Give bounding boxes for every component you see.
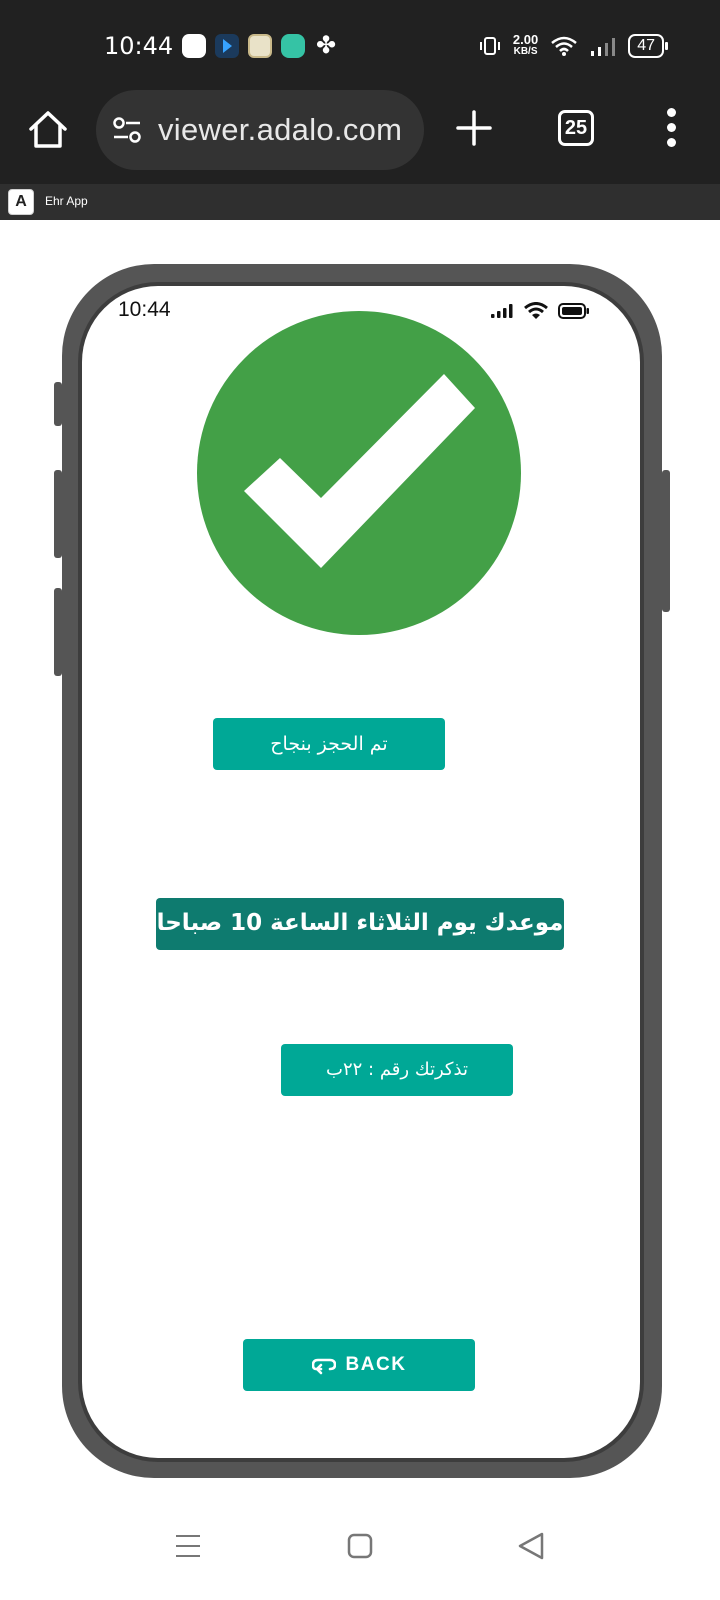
badge-app-icon	[248, 34, 272, 58]
tab-count: 25	[564, 117, 588, 139]
vibrate-icon	[479, 37, 500, 55]
system-status-bar: 10:44 ✤ 2.00 KB/S 47	[0, 0, 720, 88]
browser-toolbar: viewer.adalo.com 25	[0, 88, 720, 186]
wifi-icon	[551, 36, 578, 56]
back-button[interactable]: BACK	[243, 1339, 475, 1391]
site-settings-icon[interactable]	[112, 117, 142, 143]
phone-side-button	[54, 382, 62, 426]
undo-icon	[311, 1358, 336, 1375]
tab-switcher-icon[interactable]: 25	[558, 110, 594, 146]
phone-power-button	[662, 470, 670, 612]
battery-level: 47	[637, 37, 655, 54]
web-app-header: A Ehr App	[0, 184, 720, 220]
battery-icon: 47	[628, 34, 668, 58]
url-text[interactable]: viewer.adalo.com	[158, 112, 402, 148]
net-speed-value: 2.00	[512, 32, 539, 47]
back-button-label: BACK	[345, 1354, 407, 1375]
signal-icon	[591, 38, 616, 56]
notification-icons: ✤	[182, 34, 338, 58]
appointment-label: موعدك يوم الثلاثاء الساعة 10 صباحا	[156, 898, 564, 950]
phone-time: 10:44	[118, 298, 171, 321]
phone-volume-down	[54, 588, 62, 676]
home-icon[interactable]	[26, 108, 70, 152]
flow-app-icon	[215, 34, 239, 58]
android-nav-bar	[0, 1490, 720, 1600]
net-speed: 2.00 KB/S	[512, 32, 539, 58]
home-icon[interactable]	[340, 1526, 380, 1566]
phone-volume-up	[54, 470, 62, 558]
recents-icon[interactable]	[168, 1526, 208, 1566]
wifi-icon	[524, 302, 548, 319]
ticket-number-label: تذكرتك رقم : ٢٢ب	[281, 1044, 513, 1096]
address-bar[interactable]: viewer.adalo.com	[96, 90, 424, 170]
back-icon[interactable]	[512, 1526, 552, 1566]
phone-screen: 10:44 تم الحجز بنجاح موعدك يوم الثلاثاء …	[82, 286, 640, 1458]
booking-success-label: تم الحجز بنجاح	[213, 718, 445, 770]
pinwheel-icon: ✤	[315, 32, 337, 59]
app-logo: A	[8, 189, 34, 215]
check-circle-icon	[197, 311, 521, 635]
system-indicators: 2.00 KB/S 47	[479, 32, 668, 58]
app-title: Ehr App	[45, 194, 88, 208]
more-menu-icon[interactable]	[664, 108, 678, 152]
chat-app-icon	[281, 34, 305, 58]
system-time: 10:44	[104, 32, 174, 60]
new-tab-icon[interactable]	[454, 108, 494, 148]
net-speed-unit: KB/S	[513, 46, 538, 57]
battery-icon	[558, 303, 589, 319]
app-notification-icon	[182, 34, 206, 58]
